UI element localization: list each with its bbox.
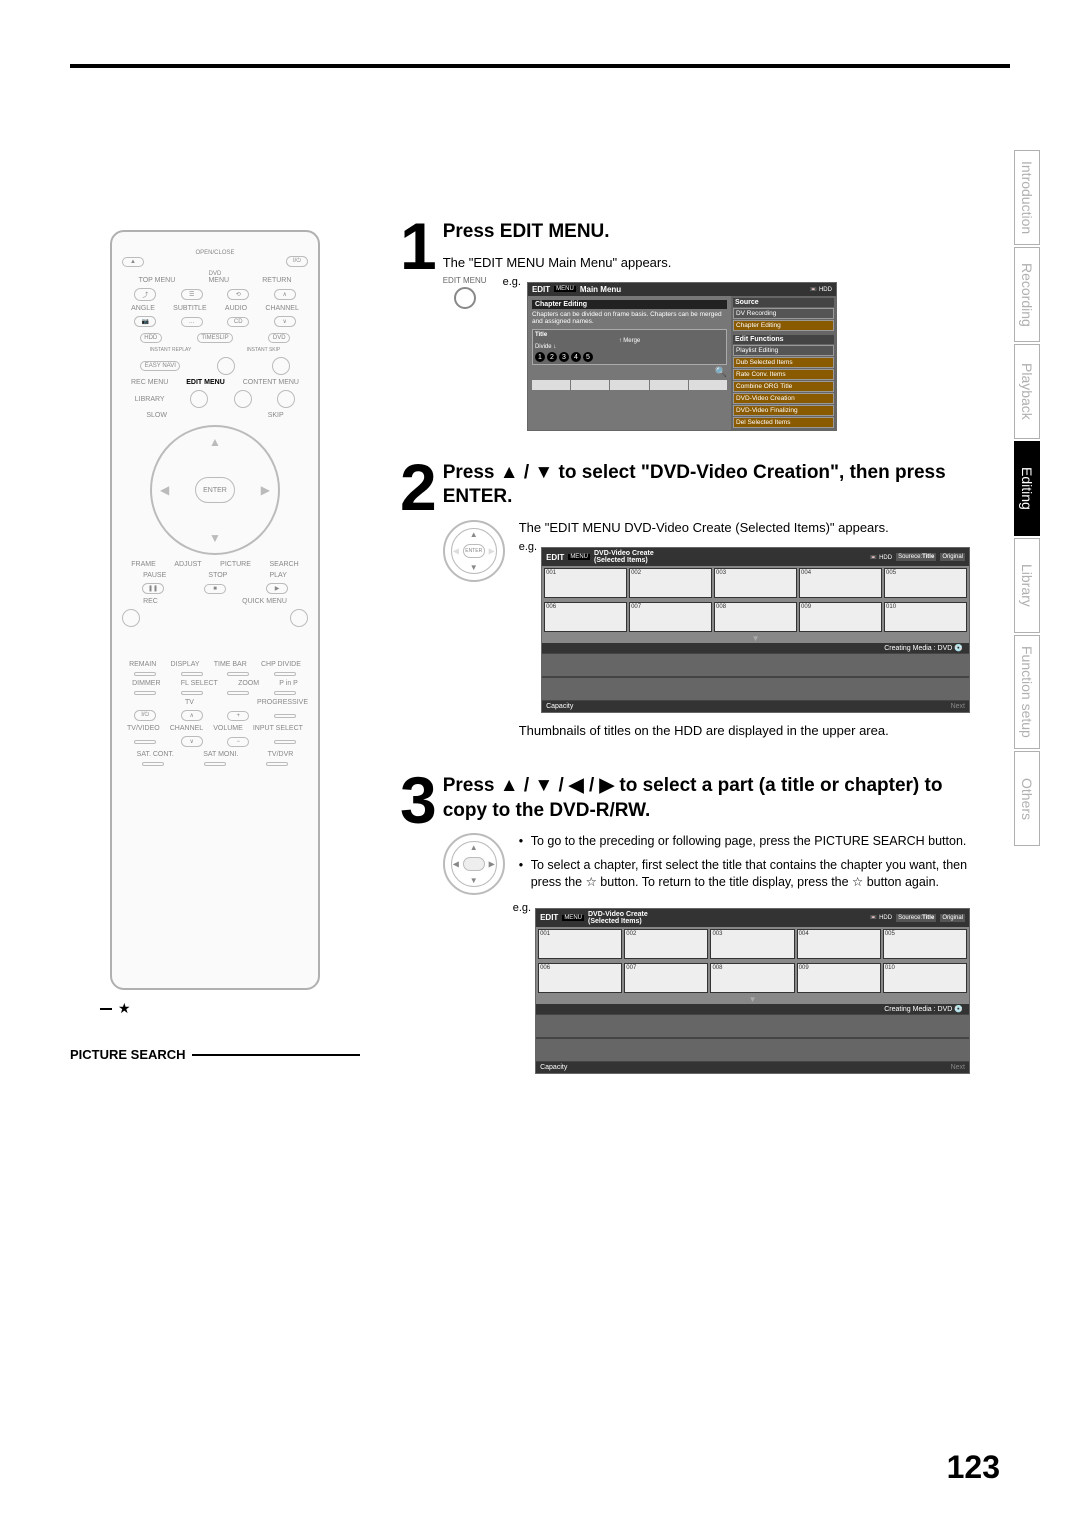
tab-introduction: Introduction (1014, 150, 1040, 245)
tab-recording: Recording (1014, 247, 1040, 342)
eg-label-2: e.g. (519, 541, 537, 553)
edit-menu-button-icon: EDIT MENU (443, 276, 487, 309)
step-2-number: 2 (400, 461, 433, 744)
nav-pad-icon: ENTER ▲ ▼ ◀ ▶ (443, 520, 505, 582)
step-2-sub: The "EDIT MENU DVD-Video Create (Selecte… (519, 520, 970, 535)
step-2-after: Thumbnails of titles on the HDD are disp… (519, 723, 970, 738)
step-1-title: Press EDIT MENU. (443, 220, 970, 245)
eg-label-3: e.g. (513, 902, 531, 914)
step-1-number: 1 (400, 220, 433, 431)
eg-label-1: e.g. (503, 276, 521, 288)
step-3-bullet-2: To select a chapter, first select the ti… (519, 857, 970, 892)
side-tabs: Introduction Recording Playback Editing … (1014, 150, 1040, 846)
screen-dvd-create-2: EDIT MENU DVD-Video Create(Selected Item… (535, 908, 970, 1074)
remote-column: OPEN/CLOSE ▲I/⏻ DVD TOP MENUMENURETURN ⤴… (70, 220, 360, 1104)
nav-pad-icon-2: ▲ ▼ ◀ ▶ (443, 833, 505, 895)
step-2-title: Press ▲ / ▼ to select "DVD-Video Creatio… (443, 461, 970, 510)
step-3-number: 3 (400, 774, 433, 1074)
step-1-sub: The "EDIT MENU Main Menu" appears. (443, 255, 970, 270)
step-1: 1 Press EDIT MENU. The "EDIT MENU Main M… (400, 220, 970, 431)
remote-nav-pad: ▲▼◀▶ ENTER (150, 425, 280, 555)
remote-illustration: OPEN/CLOSE ▲I/⏻ DVD TOP MENUMENURETURN ⤴… (110, 230, 320, 990)
tab-playback: Playback (1014, 344, 1040, 439)
step-3-title: Press ▲ / ▼ / ◀ / ▶ to select a part (a … (443, 774, 970, 823)
tab-editing: Editing (1014, 441, 1040, 536)
top-rule (70, 64, 1010, 68)
page-number: 123 (947, 1449, 1000, 1486)
step-3-bullets: To go to the preceding or following page… (519, 833, 970, 898)
tab-function-setup: Function setup (1014, 635, 1040, 749)
tab-others: Others (1014, 751, 1040, 846)
step-2: 2 Press ▲ / ▼ to select "DVD-Video Creat… (400, 461, 970, 744)
star-icon: ★ (118, 1000, 131, 1017)
step-3-bullet-1: To go to the preceding or following page… (519, 833, 970, 851)
remote-enter-button: ENTER (195, 477, 235, 503)
instructions-column: 1 Press EDIT MENU. The "EDIT MENU Main M… (360, 220, 970, 1104)
screen-main-menu: EDIT MENU Main Menu 📼 HDD Chapter Editin… (527, 282, 837, 431)
tab-library: Library (1014, 538, 1040, 633)
picture-search-label: PICTURE SEARCH (70, 1047, 360, 1062)
step-3: 3 Press ▲ / ▼ / ◀ / ▶ to select a part (… (400, 774, 970, 1074)
screen-dvd-create-1: EDIT MENU DVD-Video Create(Selected Item… (541, 547, 970, 713)
